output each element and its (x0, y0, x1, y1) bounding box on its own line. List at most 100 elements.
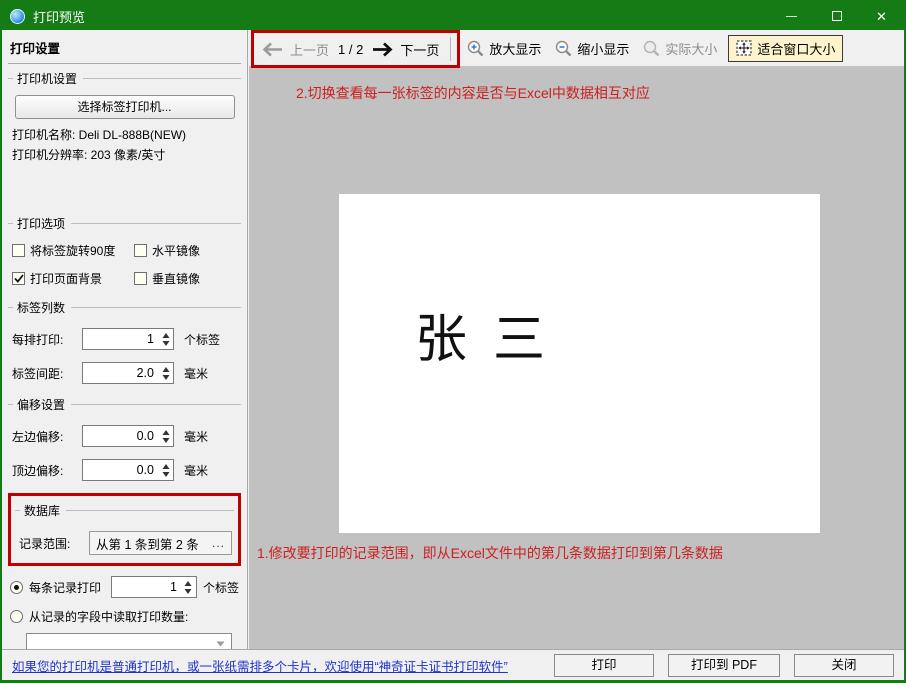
radio-selected-icon[interactable] (10, 581, 23, 594)
from-field-radio-row: 从记录的字段中读取打印数量: (10, 608, 239, 625)
zoom-in-icon (467, 40, 484, 57)
app-icon (10, 9, 25, 24)
minimize-icon (786, 16, 797, 17)
label-gap-unit: 毫米 (184, 365, 208, 382)
panel-title: 打印设置 (8, 34, 241, 64)
zoom-out-icon (555, 40, 572, 57)
window-title: 打印预览 (33, 7, 85, 26)
top-offset-value: 0.0 (83, 460, 158, 480)
print-button[interactable]: 打印 (554, 654, 654, 677)
zoom-in-label: 放大显示 (489, 39, 541, 58)
minimize-button[interactable] (769, 2, 814, 30)
database-highlight-box: 数据库 记录范围: 从第 1 条到第 2 条 ... (8, 493, 241, 566)
label-gap-spinner[interactable]: 2.0 (82, 362, 174, 384)
print-settings-panel: 打印设置 打印机设置 选择标签打印机... 打印机名称: Deli DL-888… (2, 30, 248, 649)
footer-bar: 如果您的打印机是普通打印机，或一张纸需排多个卡片，欢迎使用“神奇证卡证书打印软件… (2, 649, 904, 680)
fit-window-button[interactable]: 适合窗口大小 (728, 35, 843, 62)
print-options-group: 打印选项 将标签旋转90度 水平镜像 打印页面背景 (8, 215, 241, 287)
print-to-pdf-button[interactable]: 打印到 PDF (668, 654, 780, 677)
checkbox-unchecked-icon (12, 244, 25, 257)
record-range-value: 从第 1 条到第 2 条 (96, 534, 212, 553)
options-group-label: 打印选项 (8, 215, 241, 232)
prev-page-arrow-icon[interactable] (262, 42, 283, 57)
spinner-arrows-icon[interactable] (158, 363, 173, 383)
label-columns-group: 标签列数 每排打印: 1 个标签 标签间距: 2.0 (8, 299, 241, 384)
quantity-field-dropdown[interactable] (26, 633, 232, 649)
zoom-out-button[interactable]: 缩小显示 (548, 35, 636, 62)
maximize-button[interactable] (814, 2, 859, 30)
zoom-out-label: 缩小显示 (577, 39, 629, 58)
top-offset-unit: 毫米 (184, 462, 208, 479)
per-row-value: 1 (83, 329, 158, 349)
left-offset-label: 左边偏移: (12, 428, 82, 445)
per-row-spinner[interactable]: 1 (82, 328, 174, 350)
rotate-90-checkbox[interactable]: 将标签旋转90度 (12, 242, 134, 259)
checkbox-unchecked-icon (134, 272, 147, 285)
close-dialog-button[interactable]: 关闭 (794, 654, 894, 677)
checkbox-unchecked-icon (134, 244, 147, 257)
next-page-arrow-icon[interactable] (372, 42, 393, 57)
zoom-in-button[interactable]: 放大显示 (460, 35, 548, 62)
per-row-label: 每排打印: (12, 331, 82, 348)
spinner-arrows-icon[interactable] (181, 577, 196, 597)
page-background-label: 打印页面背景 (30, 270, 102, 287)
rotate-90-label: 将标签旋转90度 (30, 242, 115, 259)
maximize-icon (832, 11, 842, 21)
footer-buttons: 打印 打印到 PDF 关闭 (554, 654, 894, 677)
preview-area: 2.切换查看每一张标签的内容是否与Excel中数据相互对应 张三 1.修改要打印… (249, 66, 904, 649)
record-range-label: 记录范围: (19, 535, 89, 552)
print-preview-window: 打印预览 ✕ 上一页 1 / 2 下一页 放大显示 (0, 0, 906, 683)
actual-size-label: 实际大小 (665, 39, 717, 58)
close-icon: ✕ (876, 10, 887, 23)
mirror-horizontal-label: 水平镜像 (152, 242, 200, 259)
per-record-label: 每条记录打印 (29, 579, 101, 596)
mirror-horizontal-checkbox[interactable]: 水平镜像 (134, 242, 239, 259)
left-offset-spinner[interactable]: 0.0 (82, 425, 174, 447)
page-indicator: 1 / 2 (338, 42, 363, 57)
label-gap-value: 2.0 (83, 363, 158, 383)
offset-settings-group: 偏移设置 左边偏移: 0.0 毫米 顶边偏移: 0.0 (8, 396, 241, 481)
printer-name-text: 打印机名称: Deli DL-888B(NEW) (8, 125, 241, 145)
spinner-arrows-icon[interactable] (158, 329, 173, 349)
spinner-arrows-icon[interactable] (158, 460, 173, 480)
actual-size-icon (643, 40, 660, 57)
mirror-vertical-label: 垂直镜像 (152, 270, 200, 287)
per-record-unit: 个标签 (203, 579, 239, 596)
spinner-arrows-icon[interactable] (158, 426, 173, 446)
annotation-step1: 1.修改要打印的记录范围，即从Excel文件中的第几条数据打印到第几条数据 (257, 543, 723, 563)
printer-settings-group: 打印机设置 选择标签打印机... 打印机名称: Deli DL-888B(NEW… (8, 70, 241, 209)
close-button[interactable]: ✕ (859, 2, 904, 30)
printer-group-label: 打印机设置 (8, 70, 241, 87)
offset-group-label: 偏移设置 (8, 396, 241, 413)
page-navigation-highlight-box: 上一页 1 / 2 下一页 (251, 30, 460, 68)
record-range-ellipsis-button[interactable]: ... (212, 536, 225, 550)
record-range-field[interactable]: 从第 1 条到第 2 条 ... (89, 531, 232, 555)
from-field-label: 从记录的字段中读取打印数量: (29, 608, 188, 625)
prev-page-button[interactable]: 上一页 (290, 40, 329, 59)
columns-group-label: 标签列数 (8, 299, 241, 316)
fit-window-label: 适合窗口大小 (757, 39, 835, 58)
per-record-spinner[interactable]: 1 (111, 576, 197, 598)
top-offset-spinner[interactable]: 0.0 (82, 459, 174, 481)
page-background-checkbox[interactable]: 打印页面背景 (12, 270, 134, 287)
actual-size-button[interactable]: 实际大小 (636, 35, 724, 62)
radio-unselected-icon[interactable] (10, 610, 23, 623)
checkbox-checked-icon (12, 272, 25, 285)
select-printer-button[interactable]: 选择标签打印机... (15, 95, 235, 119)
label-preview-card: 张三 (339, 194, 820, 533)
next-page-button[interactable]: 下一页 (400, 40, 439, 59)
dropdown-arrow-icon (216, 641, 225, 647)
software-promo-link[interactable]: 如果您的打印机是普通打印机，或一张纸需排多个卡片，欢迎使用“神奇证卡证书打印软件… (12, 656, 508, 675)
window-controls: ✕ (769, 2, 904, 30)
toolbar: 上一页 1 / 2 下一页 放大显示 缩小显示 实际大小 (249, 30, 904, 66)
database-group-label: 数据库 (15, 502, 234, 519)
printer-dpi-text: 打印机分辨率: 203 像素/英寸 (8, 145, 241, 165)
per-row-unit: 个标签 (184, 331, 220, 348)
label-gap-label: 标签间距: (12, 365, 82, 382)
label-content-text: 张三 (415, 297, 571, 372)
annotation-step2: 2.切换查看每一张标签的内容是否与Excel中数据相互对应 (296, 83, 650, 103)
mirror-vertical-checkbox[interactable]: 垂直镜像 (134, 270, 239, 287)
titlebar: 打印预览 ✕ (2, 2, 904, 30)
toolbar-separator (450, 37, 451, 61)
top-offset-label: 顶边偏移: (12, 462, 82, 479)
